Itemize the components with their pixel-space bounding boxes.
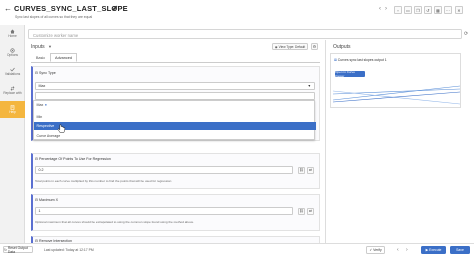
collapse-icon[interactable]: ⊟ [35,198,38,202]
sidebar-item-label: Home [8,33,17,38]
link-icon[interactable]: ⛓ [298,207,305,215]
toolbar-more-icon[interactable]: ⋯ [444,6,452,14]
link-icon[interactable]: ⛓ [298,166,305,174]
toolbar-square-icon[interactable]: ▫ [394,6,402,14]
sidebar-item-label: Help [9,109,16,114]
dropdown-option-respective[interactable]: Respective [34,122,316,130]
sync-type-dropdown: Max ● Min Respective Curve Average [33,100,316,140]
sidebar-item-label: Replace with [3,90,22,95]
home-icon [10,29,15,34]
view-type-label: View Type: Default [278,44,306,49]
sidebar-item-replace[interactable]: Replace with [0,82,25,99]
tab-basic[interactable]: Basic [31,53,50,62]
gear-icon[interactable]: ⚙ [311,43,318,50]
tab-advanced[interactable]: Advanced [50,53,77,62]
refresh-icon[interactable]: ⟳ [464,31,468,37]
close-icon[interactable]: ✕ [455,6,463,14]
output-chart-preview [333,85,461,105]
output-item-icon: ⊠ [334,58,337,62]
hand-cursor-icon [57,124,66,133]
collapse-icon[interactable]: ⊟ [35,71,38,75]
percentage-input[interactable]: 0.2 [35,166,293,174]
sidebar-item-home[interactable]: Home [0,25,25,42]
percentage-label: ⊟ Percentage Of Points To Use For Regres… [35,157,111,161]
eye-icon: ◉ [274,44,278,49]
chevron-right-icon[interactable]: › [385,6,387,12]
dropdown-option-curve-average[interactable]: Curve Average [34,132,316,140]
chevron-left-icon[interactable]: ‹ [379,6,381,12]
help-icon [10,104,15,110]
toolbar-copy-icon[interactable]: ❐ [414,6,422,14]
sync-type-search-input[interactable] [35,92,315,100]
edit-icon[interactable] [112,5,118,11]
open-curve-viewer-button[interactable]: Open in Curve Viewer [335,70,365,78]
validations-icon [10,67,15,72]
sidebar-item-options[interactable]: Options [0,44,25,61]
check-icon: ● [44,103,47,107]
sidebar-item-validations[interactable]: Validations [0,63,25,80]
maximum-x-value: 1 [38,209,41,213]
panel-divider [325,40,326,243]
toolbar-history-icon[interactable]: ↺ [424,6,432,14]
chevron-right-icon[interactable]: › [406,247,408,253]
sidebar: Home Options Validations Replace with He… [0,25,25,257]
output-item-label: Curves sync last slopes output 1 [337,58,387,62]
sidebar-item-label: Validations [4,71,21,76]
reset-icon: ↻ [4,247,7,252]
output-item: ⊠ Curves sync last slopes output 1 [334,58,387,62]
sidebar-item-label: Options [7,52,18,57]
verify-button[interactable]: ✓ Verify [366,246,385,254]
input-tabs: Basic Advanced [31,53,91,62]
percentage-section: ⊟ Percentage Of Points To Use For Regres… [31,153,320,189]
back-arrow-icon[interactable]: ← [4,5,12,13]
sync-type-label: ⊟ Sync Type [35,71,56,75]
tab-divider [31,62,320,63]
collapse-icon[interactable]: ⊟ [35,157,38,161]
save-button[interactable]: Save [450,246,470,254]
worker-name-input[interactable]: Customize worker name [28,29,462,39]
replace-icon [10,86,15,91]
reset-label: Reset Output Data [7,245,28,254]
maximum-x-label: ⊟ Maximum X [35,198,58,202]
maximum-x-section: ⊟ Maximum X 1 ⛓ ⇄ Optional maximum that … [31,194,320,231]
last-updated-text: Last updated: Today at 12:17 PM [44,248,94,252]
maximum-x-help: Optional maximum that all curves should … [35,220,195,224]
check-icon: ✓ [369,248,373,252]
options-icon [10,48,15,53]
percentage-value: 0.2 [38,168,44,172]
play-icon: ▶ [425,248,429,252]
toolbar-monitor-icon[interactable]: ▭ [404,6,412,14]
sync-type-select[interactable]: Max ▼ [35,82,315,90]
page-title: CURVES_SYNC_LAST_SLOPE [14,4,128,13]
swap-icon[interactable]: ⇄ [307,166,314,174]
chevron-down-icon[interactable]: ▼ [48,44,52,49]
dropdown-option-min[interactable]: Min [34,113,316,121]
sidebar-item-help[interactable]: Help [0,101,25,118]
maximum-x-input[interactable]: 1 [35,207,293,215]
chevron-left-icon[interactable]: ‹ [397,247,399,253]
swap-icon[interactable]: ⇄ [307,207,314,215]
percentage-help: Total points in each curve multiplied by… [35,179,172,183]
execute-button[interactable]: ▶ Execute [421,246,446,254]
inputs-heading: Inputs [31,44,45,50]
chevron-down-icon: ▼ [307,84,311,88]
toolbar-grid-icon[interactable]: ▦ [434,6,442,14]
worker-name-placeholder: Customize worker name [33,32,79,38]
view-type-button[interactable]: ◉ View Type: Default [272,43,308,50]
outputs-heading: Outputs [333,44,351,50]
sync-type-value: Max [38,84,46,88]
reset-output-data-button[interactable]: ↻ Reset Output Data [3,245,33,254]
dropdown-option-max[interactable]: Max ● [34,101,316,109]
page-subtitle: Sync last slopes of all curves so that t… [15,15,93,19]
